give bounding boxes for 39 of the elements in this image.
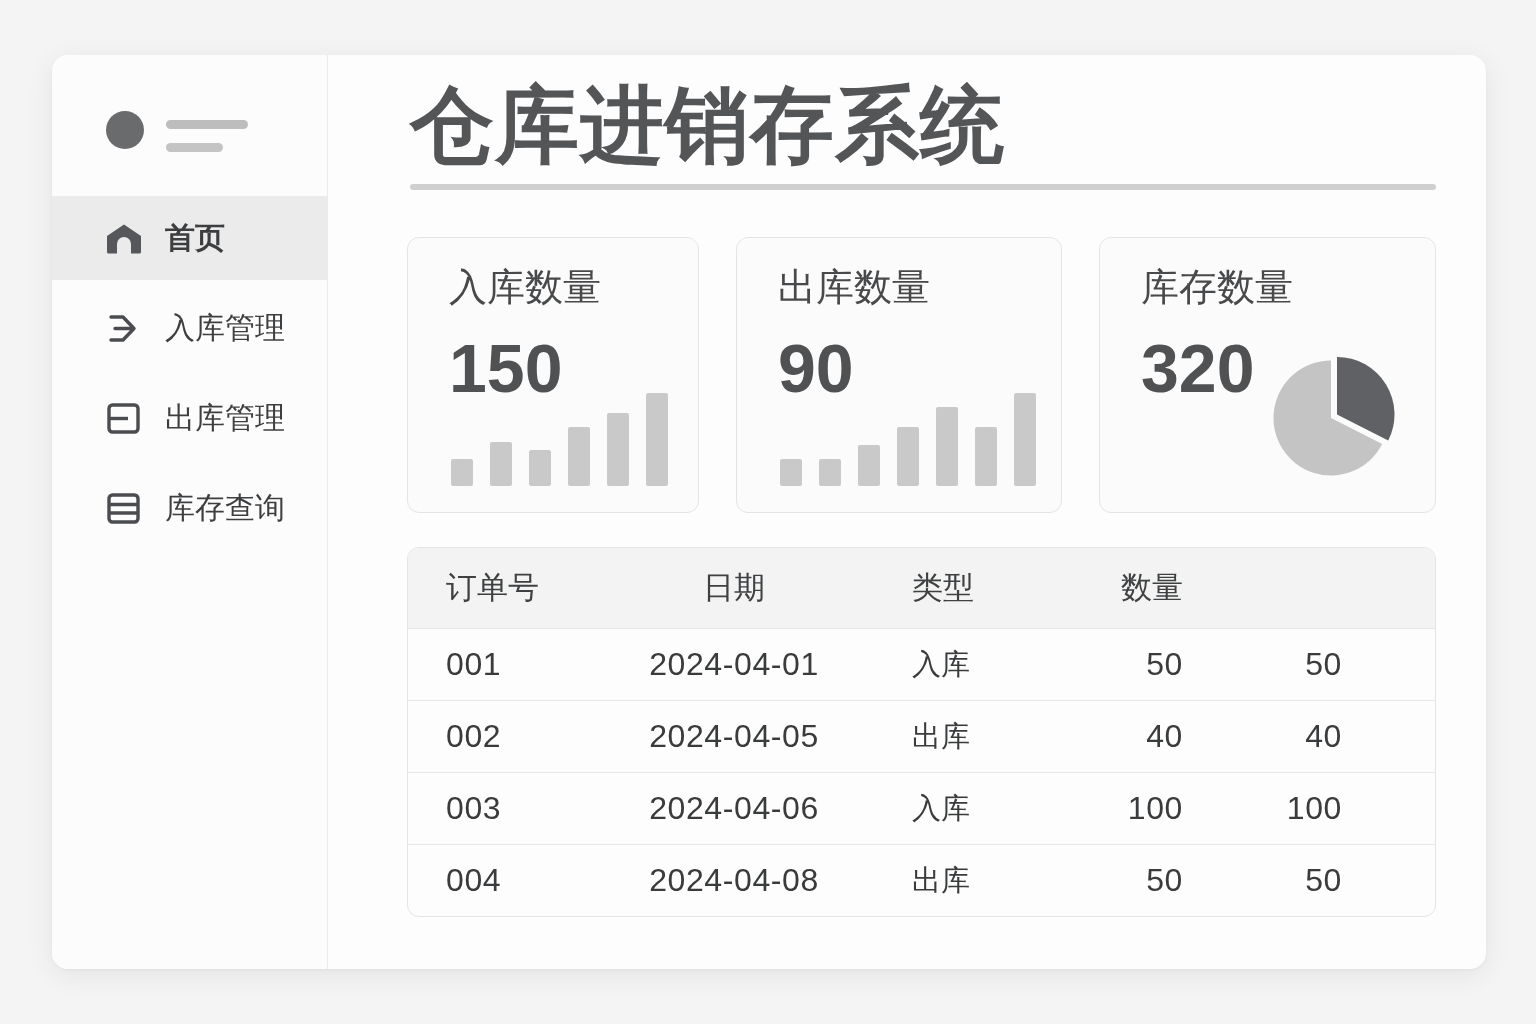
home-icon [106, 222, 142, 254]
table-cell-text: 出库 [912, 861, 970, 899]
stat-value: 150 [449, 329, 563, 408]
page-title: 仓库进销存系统 [410, 75, 1005, 176]
table-cell: 100 [1127, 790, 1183, 827]
column-header: 日期 [703, 568, 765, 607]
table-cell: 004 [446, 862, 502, 899]
table-cell: 001 [446, 646, 502, 683]
nav-item[interactable]: 首页 [52, 196, 327, 280]
table-cell: 2024-04-01 [649, 646, 819, 683]
table-cell: 002 [446, 718, 502, 755]
table-cell-text: 入库 [912, 645, 970, 683]
logo-placeholder-icon [106, 111, 248, 153]
stat-label: 出库数量 [778, 264, 930, 310]
table-cell: 2024-04-05 [649, 718, 819, 755]
column-header: 类型 [912, 568, 974, 607]
table-cell: 2024-04-06 [649, 790, 819, 827]
table-cell: 40 [1305, 718, 1342, 755]
column-header: 订单号 [446, 568, 539, 607]
stat-value: 90 [778, 329, 854, 408]
table-cell-text: 入库 [912, 789, 970, 827]
table-cell: 50 [1146, 862, 1183, 899]
list-icon [106, 492, 142, 524]
table-cell: 003 [446, 790, 502, 827]
nav-item[interactable]: 入库管理 [52, 286, 327, 370]
stat-label: 库存数量 [1141, 264, 1293, 310]
table-cell: 2024-04-08 [649, 862, 819, 899]
table-cell: 40 [1146, 718, 1183, 755]
table-cell: 50 [1305, 646, 1342, 683]
table-cell: 50 [1305, 862, 1342, 899]
nav-item[interactable]: 库存查询 [52, 466, 327, 550]
table-cell: 100 [1286, 790, 1342, 827]
square-minus-icon [106, 402, 142, 434]
nav-item[interactable]: 出库管理 [52, 376, 327, 460]
table-cell-text: 出库 [912, 717, 970, 755]
column-header: 数量 [1121, 568, 1183, 607]
stat-value: 320 [1141, 329, 1255, 408]
stat-label: 入库数量 [449, 264, 601, 310]
table-cell: 50 [1146, 646, 1183, 683]
